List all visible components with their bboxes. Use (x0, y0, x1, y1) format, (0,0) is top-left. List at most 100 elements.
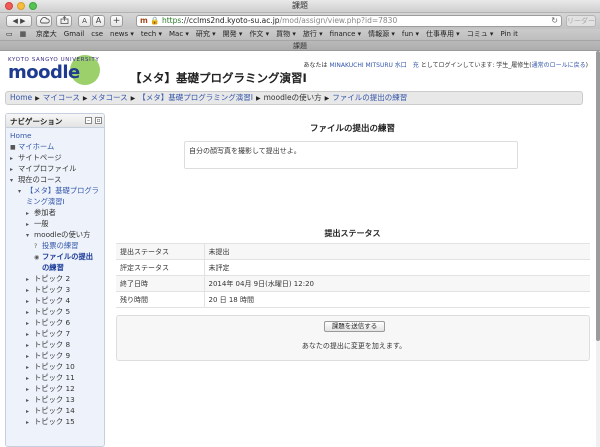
bookmark-item[interactable]: 京産大 (36, 29, 57, 40)
nav-item-label[interactable]: の練習 (42, 263, 64, 272)
nav-item-label[interactable]: トピック 10 (34, 362, 75, 371)
nav-item-label[interactable]: 現在のコース (18, 175, 61, 184)
nav-item[interactable]: ▸ サイトページ (6, 152, 104, 163)
bookmark-item[interactable]: コミュ ▾ (467, 29, 494, 40)
page-scrollbar-thumb[interactable] (596, 51, 600, 341)
nav-item[interactable]: ▸ トピック 12 (6, 383, 104, 394)
nav-item[interactable]: ▸ トピック 4 (6, 295, 104, 306)
nav-item-label[interactable]: トピック 12 (34, 384, 75, 393)
nav-item[interactable]: ▸ トピック 14 (6, 405, 104, 416)
nav-item[interactable]: ▸ トピック 11 (6, 372, 104, 383)
nav-item[interactable]: ミング演習I (6, 196, 104, 207)
nav-item[interactable]: ■ マイホーム (6, 141, 104, 152)
font-larger-button[interactable]: A (92, 15, 105, 27)
nav-item-label[interactable]: マイプロファイル (18, 164, 76, 173)
nav-item[interactable]: ▸ トピック 2 (6, 273, 104, 284)
close-window-button[interactable] (5, 2, 13, 10)
bookmark-item[interactable]: finance ▾ (330, 29, 361, 40)
show-all-bookmarks-icon[interactable]: ▭ (6, 29, 13, 40)
nav-item-label[interactable]: トピック 5 (34, 307, 70, 316)
bookmark-item[interactable]: 仕事専用 ▾ (426, 29, 460, 40)
breadcrumb-item[interactable]: Home (10, 93, 32, 102)
bookmark-item[interactable]: 情報源 ▾ (368, 29, 395, 40)
breadcrumb-item[interactable]: 【メタ】基礎プログラミング演習I (138, 93, 253, 102)
nav-item-label[interactable]: トピック 13 (34, 395, 75, 404)
nav-item-label[interactable]: 投票の練習 (42, 241, 78, 250)
nav-item[interactable]: ▸ トピック 6 (6, 317, 104, 328)
nav-item[interactable]: ▾ 【メタ】基礎プログラ (6, 185, 104, 196)
nav-item[interactable]: ▸ トピック 8 (6, 339, 104, 350)
nav-item-label[interactable]: 参加者 (34, 208, 56, 217)
nav-item[interactable]: ▸ トピック 13 (6, 394, 104, 405)
nav-item[interactable]: ▸ トピック 7 (6, 328, 104, 339)
nav-item-label[interactable]: トピック 8 (34, 340, 70, 349)
nav-item[interactable]: ▸ トピック 3 (6, 284, 104, 295)
bookmark-item[interactable]: 作文 ▾ (249, 29, 269, 40)
moodle-logo[interactable]: KYOTO SANGYO UNIVERSITY moodle (6, 55, 101, 87)
nav-item-label[interactable]: Home (10, 131, 32, 140)
bookmark-item[interactable]: 旅行 ▾ (303, 29, 323, 40)
nav-item-label[interactable]: マイホーム (18, 142, 54, 151)
nav-item[interactable]: ▸ トピック 15 (6, 416, 104, 427)
nav-item[interactable]: Home (6, 130, 104, 141)
nav-item-label[interactable]: トピック 9 (34, 351, 70, 360)
breadcrumb-item[interactable]: メタコース (91, 93, 128, 102)
login-user-link[interactable]: MINAKUCHI MITSURU 水口 充 (329, 62, 418, 69)
back-forward-buttons[interactable]: ◀ ▶ (6, 15, 32, 27)
new-tab-button[interactable]: + (110, 15, 123, 27)
nav-item[interactable]: ▸ 参加者 (6, 207, 104, 218)
nav-item-label[interactable]: 一般 (34, 219, 49, 228)
nav-item[interactable]: の練習 (6, 262, 104, 273)
nav-item-label[interactable]: サイトページ (18, 153, 62, 162)
nav-item[interactable]: ▸ トピック 5 (6, 306, 104, 317)
nav-item[interactable]: ? 投票の練習 (6, 240, 104, 251)
bookmark-item[interactable]: 買物 ▾ (276, 29, 296, 40)
breadcrumb-item[interactable]: ファイルの提出の練習 (332, 93, 407, 102)
reader-button[interactable]: リーダー (566, 15, 596, 27)
block-dock-icon[interactable]: – (85, 117, 92, 124)
nav-item-label[interactable]: moodleの使い方 (34, 230, 90, 239)
nav-item-label[interactable]: トピック 6 (34, 318, 70, 327)
maximize-window-button[interactable] (29, 2, 37, 10)
cloud-tabs-button[interactable] (36, 15, 52, 27)
nav-item-label[interactable]: トピック 11 (34, 373, 75, 382)
add-submission-button[interactable]: 課題を送信する (324, 321, 385, 332)
forward-arrow-icon[interactable]: ▶ (20, 17, 25, 25)
nav-item[interactable]: ▾ moodleの使い方 (6, 229, 104, 240)
nav-item[interactable]: ▸ 一般 (6, 218, 104, 229)
nav-item-label[interactable]: トピック 15 (34, 417, 75, 426)
bookmark-item[interactable]: news ▾ (110, 29, 134, 40)
nav-item-label[interactable]: ファイルの提出 (42, 252, 93, 261)
bookmark-item[interactable]: tech ▾ (141, 29, 162, 40)
nav-item[interactable]: ◉ ファイルの提出 (6, 251, 104, 262)
nav-item-label[interactable]: トピック 14 (34, 406, 75, 415)
font-smaller-button[interactable]: A (78, 15, 91, 27)
bookmark-item[interactable]: Pin it (500, 29, 517, 40)
bookmark-item[interactable]: 開発 ▾ (223, 29, 243, 40)
nav-item-label[interactable]: ミング演習I (26, 197, 65, 206)
nav-item-label[interactable]: トピック 2 (34, 274, 70, 283)
nav-item[interactable]: ▸ トピック 9 (6, 350, 104, 361)
reload-icon[interactable]: ↻ (551, 16, 558, 26)
nav-item-label[interactable]: トピック 3 (34, 285, 70, 294)
tab-active[interactable]: 課題 (293, 42, 307, 50)
minimize-window-button[interactable] (17, 2, 25, 10)
bookmark-item[interactable]: Mac ▾ (169, 29, 189, 40)
page-scrollbar[interactable] (596, 51, 600, 447)
bookmark-item[interactable]: Gmail (64, 29, 84, 40)
block-hide-icon[interactable]: ▫ (95, 117, 102, 124)
share-button[interactable] (56, 15, 72, 27)
nav-item-label[interactable]: トピック 4 (34, 296, 70, 305)
breadcrumb-item[interactable]: マイコース (43, 93, 80, 102)
bookmark-item[interactable]: 研究 ▾ (196, 29, 216, 40)
top-sites-icon[interactable]: ▦ (20, 29, 27, 40)
address-bar[interactable]: m 🔒 https://cclms2nd.kyoto-su.ac.jp/mod/… (136, 15, 562, 27)
back-arrow-icon[interactable]: ◀ (12, 17, 17, 25)
bookmark-item[interactable]: fun ▾ (402, 29, 419, 40)
nav-item[interactable]: ▸ トピック 10 (6, 361, 104, 372)
bookmark-item[interactable]: cse (91, 29, 103, 40)
nav-item-label[interactable]: 【メタ】基礎プログラ (26, 186, 99, 195)
nav-item[interactable]: ▸ マイプロファイル (6, 163, 104, 174)
nav-item-label[interactable]: トピック 7 (34, 329, 70, 338)
return-role-link[interactable]: 通常のロールに戻る (532, 62, 586, 69)
